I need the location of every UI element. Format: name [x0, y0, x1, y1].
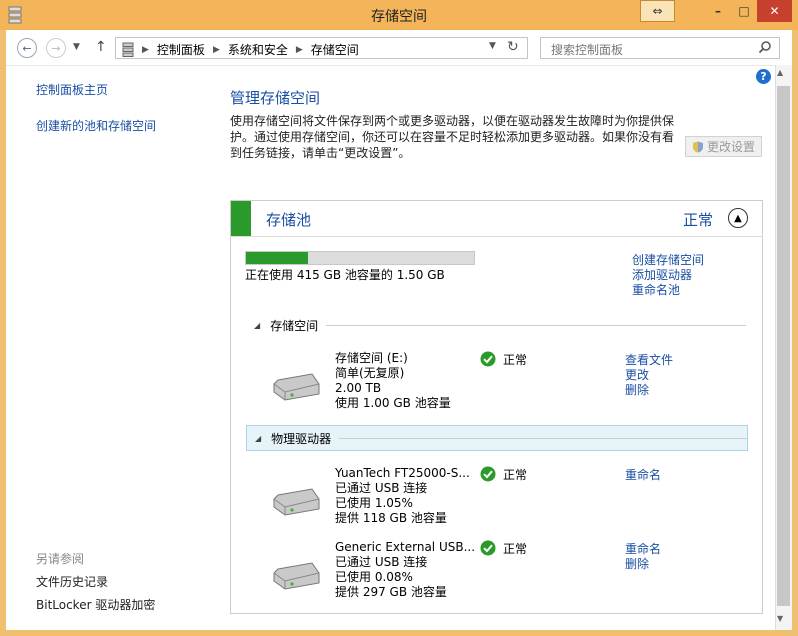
help-icon[interactable]: ?: [756, 69, 771, 84]
rename-pool-link[interactable]: 重命名池: [632, 281, 680, 298]
ok-check-icon: [480, 466, 496, 482]
collapse-triangle-icon[interactable]: ◢: [254, 321, 260, 330]
change-settings-button[interactable]: 更改设置: [685, 136, 762, 157]
recent-locations-icon[interactable]: ▼: [73, 42, 80, 52]
drive-icon: [273, 488, 320, 516]
space-status: 正常: [503, 353, 528, 367]
ok-check-icon: [480, 540, 496, 556]
section-title: 存储空间: [270, 318, 319, 333]
chevron-right-icon[interactable]: ▶: [142, 45, 149, 55]
drive-status: 正常: [503, 468, 528, 482]
collapse-triangle-icon[interactable]: ◢: [255, 434, 261, 443]
section-divider: [326, 324, 746, 326]
physical-drive-info: Generic External USB... 已通过 USB 连接 已使用 0…: [335, 540, 475, 600]
sidebar-item-create-pool[interactable]: 创建新的池和存储空间: [36, 117, 156, 134]
physical-drives-section[interactable]: ◢ 物理驱动器: [246, 425, 748, 451]
drive-connection: 已通过 USB 连接: [335, 481, 428, 495]
scroll-down-icon[interactable]: ▼: [777, 614, 783, 623]
scroll-up-icon[interactable]: ▲: [777, 68, 783, 77]
pool-capacity-text: 正在使用 415 GB 池容量的 1.50 GB: [245, 268, 445, 282]
up-button[interactable]: ↑: [95, 39, 107, 55]
space-usage: 使用 1.00 GB 池容量: [335, 396, 451, 410]
chevron-right-icon[interactable]: ▶: [296, 45, 303, 55]
search-icon[interactable]: [758, 40, 772, 54]
drive-name: Generic External USB...: [335, 540, 476, 554]
breadcrumb-item[interactable]: 系统和安全: [228, 41, 288, 58]
breadcrumb-item[interactable]: 存储空间: [311, 41, 359, 58]
remove-drive-link[interactable]: 删除: [625, 555, 649, 572]
sidebar-item-home[interactable]: 控制面板主页: [36, 81, 108, 98]
close-button[interactable]: ✕: [757, 0, 792, 22]
delete-space-link[interactable]: 删除: [625, 381, 649, 398]
drive-icon: [273, 562, 320, 590]
pool-title: 存储池: [266, 211, 312, 229]
refresh-icon[interactable]: ↻: [507, 39, 519, 55]
ok-check-icon: [480, 351, 496, 367]
drive-capacity: 提供 297 GB 池容量: [335, 585, 447, 599]
window-title: 存储空间: [371, 9, 427, 25]
uac-shield-icon: [692, 141, 703, 152]
change-settings-label: 更改设置: [706, 140, 755, 154]
collapse-icon[interactable]: ▲: [728, 208, 748, 228]
sidebar-item-file-history[interactable]: 文件历史记录: [36, 573, 108, 590]
space-size: 2.00 TB: [335, 381, 382, 395]
scrollbar-thumb[interactable]: [777, 86, 790, 606]
pool-capacity-fill: [246, 252, 308, 264]
breadcrumb: ▶ 控制面板 ▶ 系统和安全 ▶ 存储空间: [122, 41, 359, 58]
drive-usage: 已使用 1.05%: [335, 496, 413, 510]
pool-status: 正常: [683, 211, 714, 229]
drive-status: 正常: [503, 542, 528, 556]
drive-usage: 已使用 0.08%: [335, 570, 413, 584]
chevron-right-icon[interactable]: ▶: [213, 45, 220, 55]
minimize-button[interactable]: –: [705, 0, 731, 22]
storage-spaces-icon: [122, 42, 134, 57]
back-button[interactable]: ←: [17, 38, 37, 58]
storage-spaces-section[interactable]: ◢ 存储空间: [246, 312, 746, 338]
rename-drive-link[interactable]: 重命名: [625, 466, 661, 483]
section-title: 物理驱动器: [271, 431, 332, 446]
page-title: 管理存储空间: [230, 89, 321, 107]
drive-connection: 已通过 USB 连接: [335, 555, 428, 569]
drive-name: YuanTech FT25000-S...: [335, 466, 470, 480]
section-divider: [339, 437, 747, 439]
space-name: 存储空间 (E:): [335, 351, 408, 365]
maximize-button[interactable]: □: [731, 0, 757, 22]
page-description: 使用存储空间将文件保存到两个或更多驱动器，以便在驱动器发生故障时为你提供保护。通…: [230, 114, 675, 160]
forward-button[interactable]: →: [46, 38, 66, 58]
restore-button[interactable]: ⇔: [640, 0, 675, 22]
storage-space-info: 存储空间 (E:) 简单(无复原) 2.00 TB 使用 1.00 GB 池容量: [335, 351, 451, 411]
breadcrumb-item[interactable]: 控制面板: [157, 41, 205, 58]
search-placeholder: 搜索控制面板: [551, 43, 624, 57]
drive-icon: [273, 373, 320, 401]
see-also-heading: 另请参阅: [36, 552, 85, 566]
chevron-down-icon[interactable]: ▼: [489, 41, 496, 51]
sidebar-item-bitlocker[interactable]: BitLocker 驱动器加密: [36, 596, 155, 613]
space-resiliency: 简单(无复原): [335, 366, 405, 380]
pool-status-stripe: [231, 201, 251, 236]
drive-capacity: 提供 118 GB 池容量: [335, 511, 447, 525]
physical-drive-info: YuanTech FT25000-S... 已通过 USB 连接 已使用 1.0…: [335, 466, 470, 526]
